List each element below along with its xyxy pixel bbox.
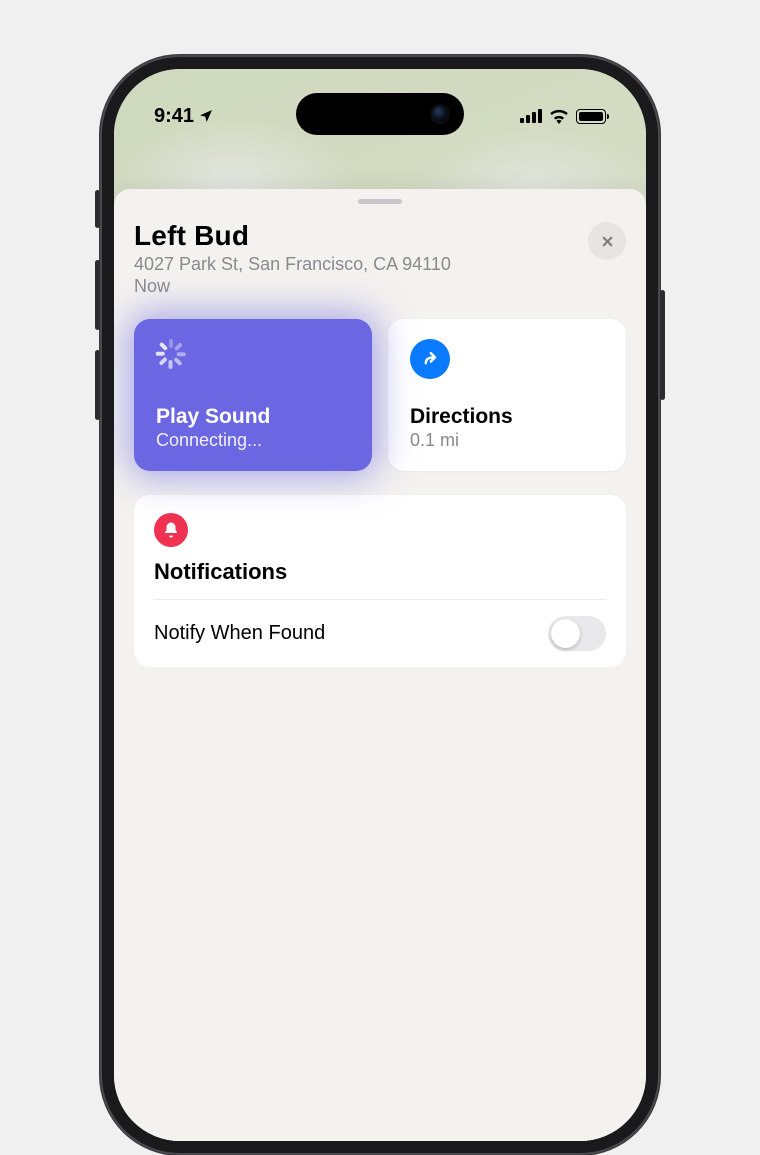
notify-when-found-label: Notify When Found: [154, 622, 325, 645]
sheet-header-text: Left Bud 4027 Park St, San Francisco, CA…: [134, 220, 451, 297]
status-time: 9:41: [154, 105, 194, 128]
play-sound-title: Play Sound: [156, 405, 350, 429]
close-icon: [600, 234, 615, 249]
location-services-icon: [198, 108, 214, 124]
directions-title: Directions: [410, 405, 604, 429]
front-camera-icon: [432, 106, 448, 122]
device-timestamp: Now: [134, 276, 451, 297]
play-sound-tile[interactable]: Play Sound Connecting...: [134, 319, 372, 471]
phone-device-frame: 9:41 Left Bud 4027 Park St,: [100, 55, 660, 1155]
volume-down-button: [95, 350, 100, 420]
bell-icon: [154, 513, 188, 547]
cellular-signal-icon: [520, 109, 542, 123]
directions-tile[interactable]: Directions 0.1 mi: [388, 319, 626, 471]
device-address: 4027 Park St, San Francisco, CA 94110: [134, 254, 451, 275]
directions-distance: 0.1 mi: [410, 430, 604, 451]
sheet-grabber[interactable]: [358, 199, 402, 204]
close-button[interactable]: [588, 222, 626, 260]
notifications-section: Notifications Notify When Found: [134, 495, 626, 667]
dynamic-island: [296, 93, 464, 135]
item-detail-sheet: Left Bud 4027 Park St, San Francisco, CA…: [114, 189, 646, 1141]
ringer-switch: [95, 190, 100, 228]
loading-spinner-icon: [156, 339, 186, 369]
notify-when-found-toggle[interactable]: [548, 616, 606, 651]
battery-icon: [576, 109, 606, 124]
wifi-icon: [549, 109, 569, 124]
notifications-heading: Notifications: [154, 559, 606, 600]
directions-icon: [410, 339, 450, 379]
phone-screen: 9:41 Left Bud 4027 Park St,: [114, 69, 646, 1141]
play-sound-status: Connecting...: [156, 430, 350, 451]
volume-up-button: [95, 260, 100, 330]
side-power-button: [660, 290, 665, 400]
notify-when-found-row: Notify When Found: [154, 600, 606, 667]
device-title: Left Bud: [134, 220, 451, 252]
